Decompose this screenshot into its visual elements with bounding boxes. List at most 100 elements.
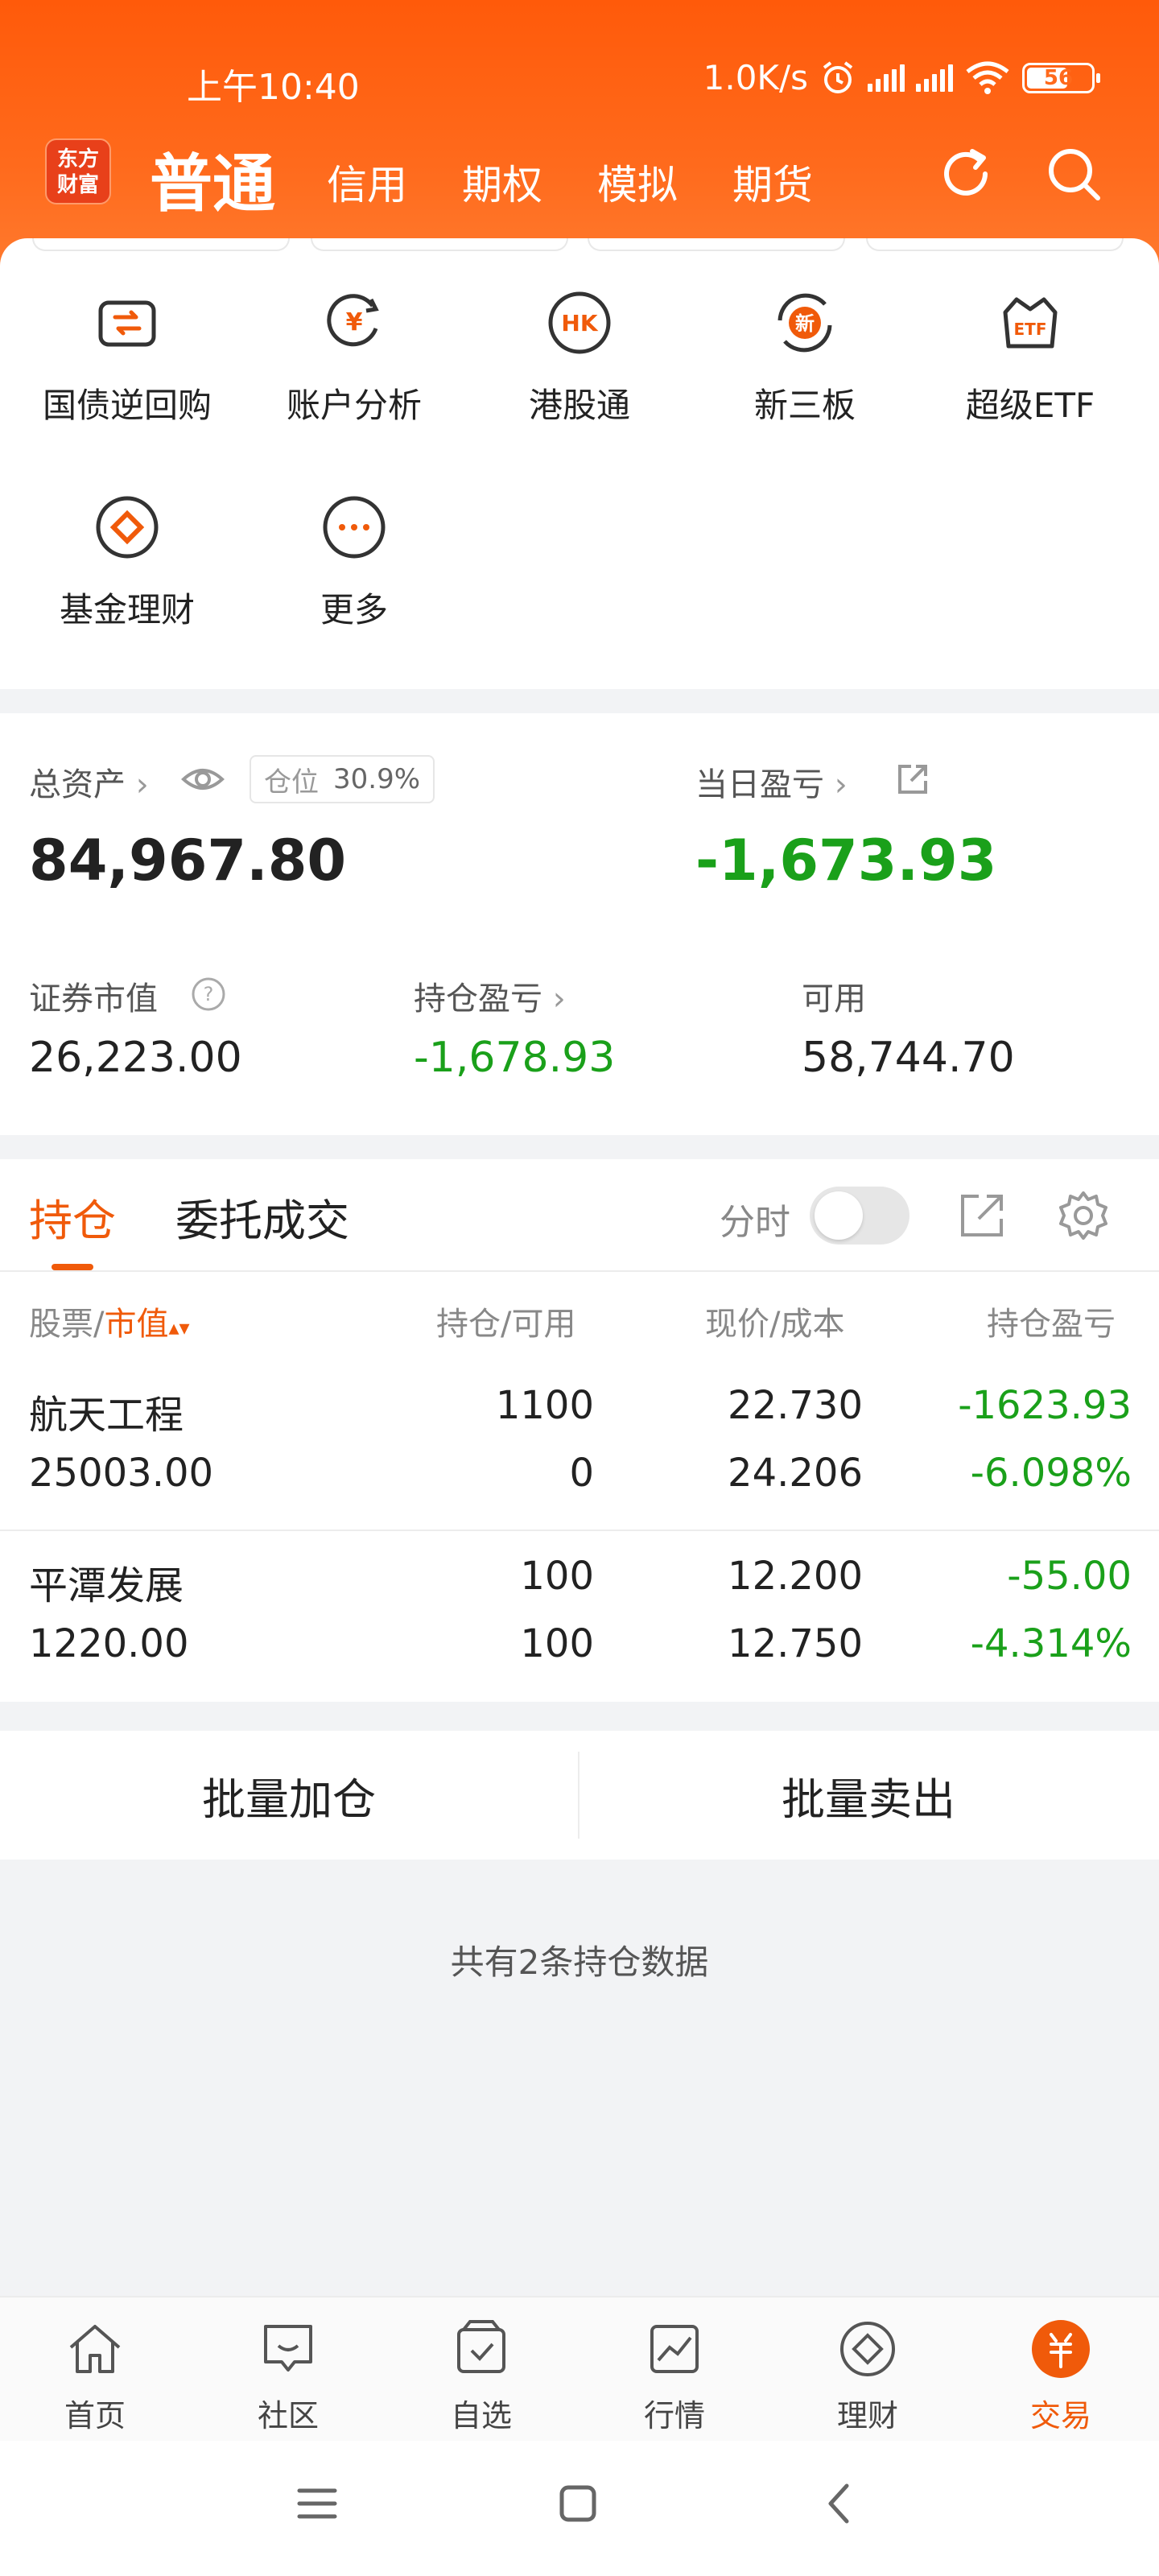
active-tab-indicator (52, 1264, 93, 1270)
total-assets-label[interactable]: 总资产 › (29, 758, 149, 805)
home-icon (69, 2325, 121, 2373)
nav-label: 社区 (257, 2398, 319, 2434)
bottom-nav: 首页 社区 自选 行情 理财 交易 (0, 2296, 1159, 2441)
column-price: 现价/成本 (705, 1306, 845, 1343)
nav-label: 行情 (643, 2398, 705, 2434)
pnl-amount: -1623.93 (958, 1383, 1132, 1428)
market-icon (650, 2325, 699, 2373)
menu-icon[interactable] (293, 2479, 341, 2528)
quick-access-panel: 国债逆回购 ¥ 账户分析 HK 港股通 新 新三板 ETF 超级ETF 基金理财… (0, 238, 1159, 689)
svg-text:?: ? (204, 983, 214, 1005)
market-value-label: 证券市值 (29, 980, 158, 1018)
help-icon[interactable]: ? (190, 976, 227, 1013)
quick-account-analysis[interactable]: ¥ 账户分析 (250, 288, 459, 427)
available-qty: 0 (569, 1451, 594, 1496)
nav-watchlist[interactable]: 自选 (401, 2317, 562, 2435)
nav-trade[interactable]: 交易 (980, 2317, 1141, 2435)
quick-label: 国债逆回购 (42, 386, 212, 425)
battery-icon: 56 (1022, 62, 1100, 93)
battery-level: 56 (1043, 65, 1074, 90)
network-speed: 1.0K/s (703, 58, 808, 97)
tab-credit[interactable]: 信用 (327, 153, 407, 211)
collapsed-tabs (0, 238, 1159, 254)
nav-home[interactable]: 首页 (14, 2317, 175, 2435)
cost-price: 12.750 (728, 1621, 863, 1666)
search-icon[interactable] (1041, 142, 1106, 206)
chevron-right-icon: › (552, 980, 566, 1018)
wifi-icon (966, 61, 1009, 94)
position-qty: 1100 (495, 1383, 594, 1428)
share-icon[interactable] (895, 762, 930, 797)
logo-line-2: 财富 (56, 173, 99, 197)
current-price: 22.730 (728, 1383, 863, 1428)
quick-super-etf[interactable]: ETF 超级ETF (926, 288, 1135, 427)
position-pnl-text: 持仓盈亏 (414, 980, 542, 1018)
fund-icon (96, 496, 159, 559)
quick-repo[interactable]: 国债逆回购 (23, 288, 232, 427)
signal-1-icon (868, 64, 905, 92)
assets-card: 总资产 › 仓位 30.9% 84,967.80 当日盈亏 › -1,673.9… (0, 713, 1159, 1135)
repo-icon (98, 300, 156, 347)
tab-orders[interactable]: 委托成交 (175, 1185, 349, 1249)
stock-name: 平潭发展 (29, 1563, 184, 1608)
holdings-panel: 持仓 委托成交 分时 股票/市值▴▾ 持仓/可用 现价/成本 持仓盈亏 航天工程… (0, 1159, 1159, 1702)
quick-new-three-board[interactable]: 新 新三板 (700, 288, 909, 427)
batch-add-button[interactable]: 批量加仓 (0, 1731, 578, 1860)
tab-options[interactable]: 期权 (462, 153, 542, 211)
quick-label: 更多 (320, 590, 388, 630)
status-bar: 上午10:40 1.0K/s 56 (0, 50, 1159, 108)
quick-fund[interactable]: 基金理财 (23, 493, 232, 632)
column-stock-text: 股票/ (29, 1306, 105, 1343)
intraday-label: 分时 (720, 1202, 790, 1243)
status-right: 1.0K/s 56 (703, 58, 1100, 97)
system-nav-bar (0, 2441, 1159, 2576)
quick-label: 账户分析 (286, 386, 422, 425)
chevron-right-icon: › (834, 766, 848, 803)
column-stock[interactable]: 股票/市值▴▾ (29, 1298, 190, 1344)
current-price: 12.200 (728, 1554, 863, 1599)
export-icon[interactable] (955, 1188, 1009, 1243)
column-pnl: 持仓盈亏 (987, 1306, 1116, 1343)
community-icon (264, 2325, 312, 2372)
nav-market[interactable]: 行情 (594, 2317, 755, 2435)
quick-more[interactable]: 更多 (250, 493, 459, 632)
divider (0, 1530, 1159, 1531)
app-logo[interactable]: 东方 财富 (45, 138, 111, 204)
nav-label: 交易 (1029, 2398, 1091, 2434)
cost-price: 24.206 (728, 1451, 863, 1496)
nav-wealth[interactable]: 理财 (787, 2317, 948, 2435)
tab-simulation[interactable]: 模拟 (597, 153, 678, 211)
stock-market-value: 25003.00 (29, 1451, 214, 1496)
position-qty: 100 (520, 1554, 594, 1599)
position-pnl-label[interactable]: 持仓盈亏 › (414, 972, 566, 1019)
quick-hk-connect[interactable]: HK 港股通 (475, 288, 684, 427)
total-assets-text: 总资产 (29, 766, 126, 803)
logo-line-1: 东方 (56, 147, 99, 171)
tab-positions[interactable]: 持仓 (29, 1185, 116, 1249)
quick-label: 港股通 (528, 386, 630, 425)
quick-label: 基金理财 (59, 590, 195, 630)
new-three-board-icon: 新 (777, 293, 832, 353)
home-square-icon[interactable] (554, 2479, 602, 2528)
total-assets-value: 84,967.80 (29, 828, 347, 894)
available-value: 58,744.70 (802, 1034, 1015, 1082)
position-ratio-badge: 仓位 30.9% (250, 755, 435, 803)
nav-community[interactable]: 社区 (208, 2317, 369, 2435)
pnl-percent: -6.098% (970, 1451, 1132, 1496)
svg-text:新: 新 (795, 312, 815, 335)
intraday-toggle[interactable] (810, 1187, 909, 1245)
settings-icon[interactable] (1056, 1188, 1111, 1243)
batch-actions: 批量加仓 批量卖出 (0, 1731, 1159, 1860)
daily-pnl-label[interactable]: 当日盈亏 › (695, 758, 848, 805)
batch-sell-button[interactable]: 批量卖出 (580, 1731, 1157, 1860)
tab-normal[interactable]: 普通 (150, 134, 275, 224)
stock-name: 航天工程 (29, 1393, 184, 1438)
daily-pnl-value: -1,673.93 (695, 828, 997, 894)
quick-label: 新三板 (753, 386, 856, 425)
refresh-icon[interactable] (934, 142, 998, 206)
back-icon[interactable] (816, 2479, 864, 2528)
tab-futures[interactable]: 期货 (732, 153, 813, 211)
eye-icon[interactable] (180, 758, 225, 800)
nav-label: 首页 (64, 2398, 126, 2434)
available-qty: 100 (520, 1621, 594, 1666)
